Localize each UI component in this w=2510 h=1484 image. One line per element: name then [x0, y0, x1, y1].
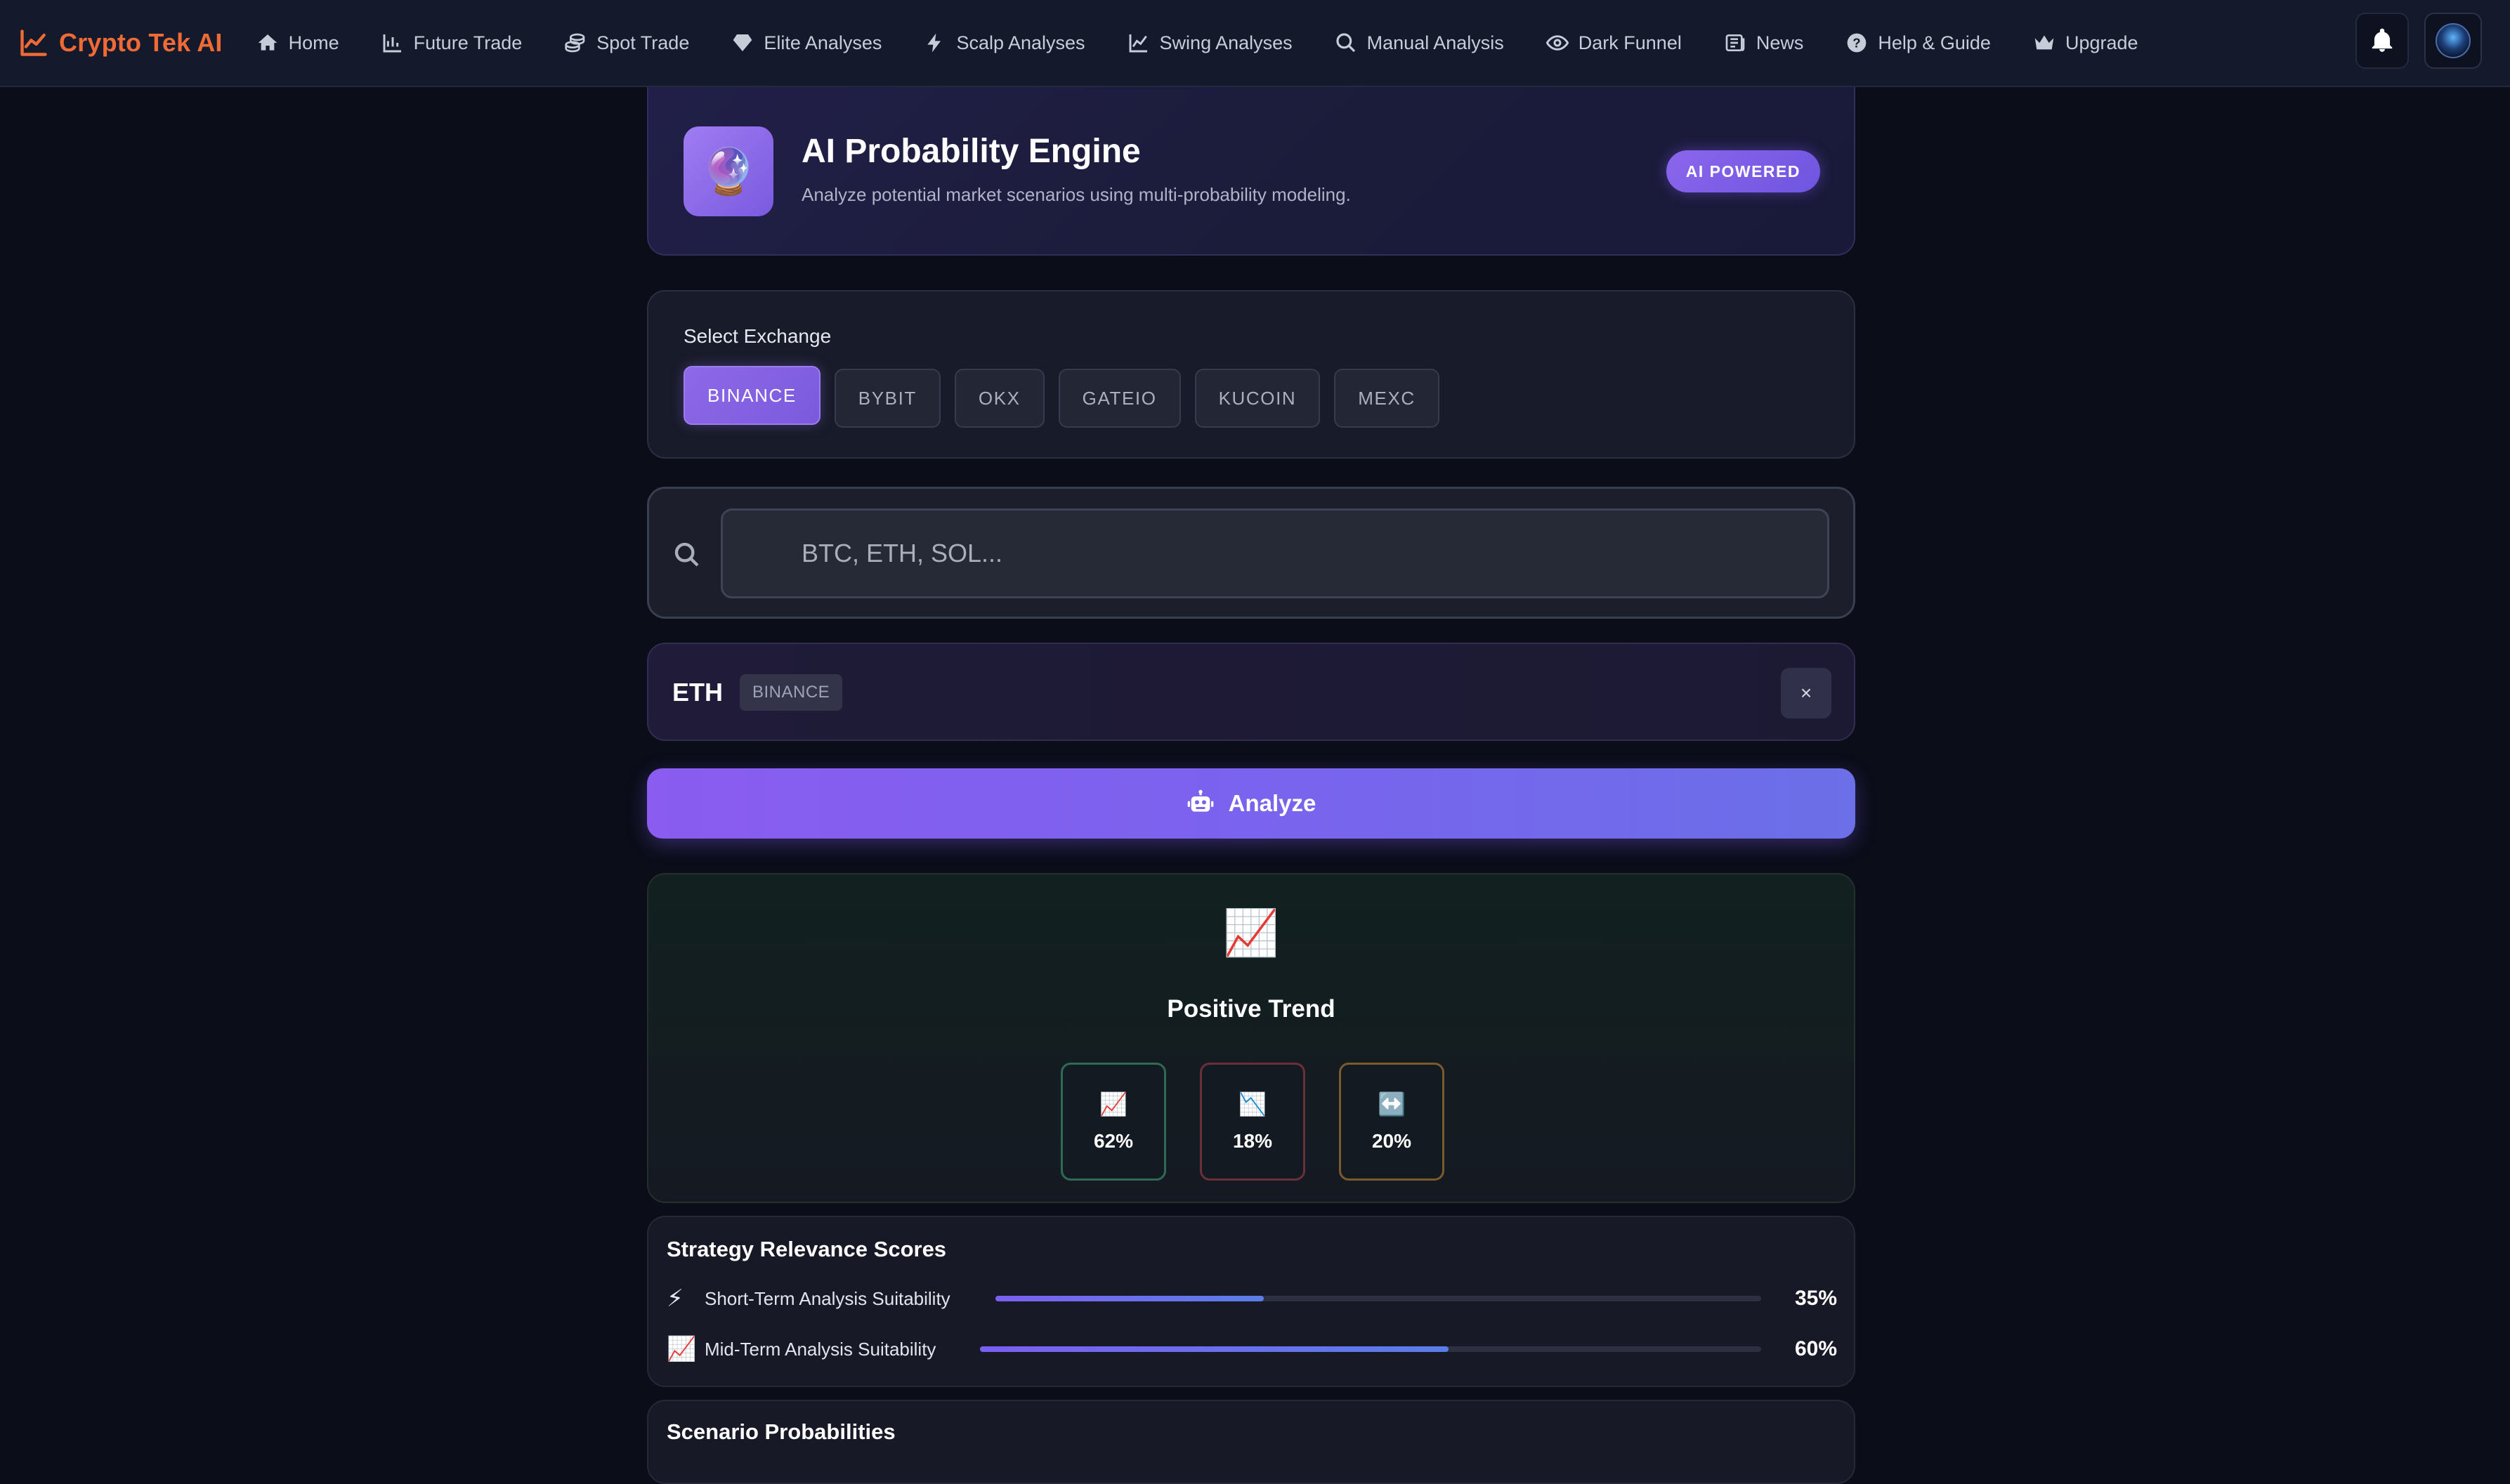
gem-icon: [733, 34, 752, 51]
chart-bar-icon: [383, 34, 401, 53]
bearish-probability-value: 18%: [1232, 1130, 1273, 1152]
exchange-option-okx[interactable]: OKX: [954, 369, 1045, 428]
probability-boxes: 📈 62% 📉 18% ↔️ 20%: [1061, 1063, 1444, 1181]
home-icon: [258, 34, 277, 51]
nav-right-controls: [2355, 13, 2482, 69]
sideways-probability-box: ↔️ 20%: [1339, 1063, 1444, 1181]
nav-label: Home: [288, 32, 339, 53]
nav-swing-analyses[interactable]: Swing Analyses: [1127, 32, 1293, 54]
exchange-option-gateio[interactable]: GATEIO: [1058, 369, 1181, 428]
remove-asset-button[interactable]: ×: [1781, 668, 1831, 718]
exchange-option-bybit[interactable]: BYBIT: [834, 369, 941, 428]
nav-label: Future Trade: [413, 32, 523, 53]
symbol-search-input[interactable]: [721, 508, 1829, 598]
nav-label: Spot Trade: [596, 32, 690, 53]
crystal-ball-icon: 🔮: [684, 126, 773, 216]
trend-chart-icon: [20, 29, 47, 56]
short-term-progress-fill: [995, 1296, 1264, 1301]
strategy-relevance-card: Strategy Relevance Scores ⚡ Short-Term A…: [647, 1216, 1855, 1387]
mid-term-progress-track: [980, 1346, 1761, 1352]
bearish-probability-box: 📉 18%: [1200, 1063, 1305, 1181]
left-right-arrow-icon: ↔️: [1378, 1091, 1406, 1117]
selected-asset-card: ETH BINANCE ×: [647, 643, 1855, 741]
search-icon: [1336, 33, 1355, 53]
sideways-probability-value: 20%: [1371, 1130, 1412, 1152]
nav-upgrade[interactable]: Upgrade: [2033, 32, 2138, 54]
nav-scalp-analyses[interactable]: Scalp Analyses: [924, 32, 1085, 54]
nav-label: Elite Analyses: [764, 32, 882, 53]
exchange-options: BINANCE BYBIT OKX GATEIO KUCOIN MEXC: [684, 366, 1453, 428]
exchange-option-mexc[interactable]: MEXC: [1334, 369, 1439, 428]
ai-powered-badge: AI POWERED: [1666, 150, 1820, 192]
engine-header-card: 🔮 AI Probability Engine Analyze potentia…: [647, 87, 1855, 256]
nav-spot-trade[interactable]: Spot Trade: [564, 32, 689, 54]
short-term-percent: 35%: [1794, 1287, 1837, 1310]
trend-chart-icon: 📈: [1223, 907, 1279, 958]
analyze-label: Analyze: [1228, 790, 1316, 816]
bullish-probability-value: 62%: [1093, 1130, 1134, 1152]
nav-help-guide[interactable]: ? Help & Guide: [1845, 32, 1991, 54]
exchange-option-kucoin[interactable]: KUCOIN: [1194, 369, 1321, 428]
short-term-label: Short-Term Analysis Suitability: [705, 1287, 950, 1309]
nav-label: Upgrade: [2065, 32, 2138, 53]
brand-name: Crypto Tek AI: [59, 28, 223, 57]
nav-label: News: [1756, 32, 1804, 53]
short-term-score-row: ⚡ Short-Term Analysis Suitability 35%: [667, 1282, 1837, 1315]
brand-logo[interactable]: Crypto Tek AI: [18, 27, 223, 58]
newspaper-icon: [1725, 34, 1745, 51]
top-navbar: Crypto Tek AI Home Future Trade Spot Tra…: [0, 0, 2510, 87]
scenario-probabilities-card: Scenario Probabilities: [647, 1400, 1855, 1484]
eye-icon: [1545, 35, 1569, 51]
question-circle-icon: ?: [1848, 33, 1867, 53]
scenario-title: Scenario Probabilities: [667, 1419, 896, 1444]
bell-icon: [2372, 28, 2393, 52]
nav-label: Help & Guide: [1878, 32, 1991, 53]
nav-label: Swing Analyses: [1159, 32, 1293, 53]
page-title: AI Probability Engine: [802, 133, 1141, 170]
line-chart-icon: [1129, 34, 1147, 53]
nav-label: Dark Funnel: [1578, 32, 1682, 53]
analyze-button[interactable]: Analyze: [647, 768, 1855, 839]
trend-label: Positive Trend: [1167, 995, 1335, 1023]
avatar: [2436, 23, 2471, 58]
chart-down-icon: 📉: [1238, 1091, 1267, 1117]
nav-dark-funnel[interactable]: Dark Funnel: [1545, 32, 1682, 54]
nav-home[interactable]: Home: [256, 32, 339, 54]
chart-up-icon: 📈: [1099, 1091, 1127, 1117]
bolt-icon: [927, 33, 941, 53]
selected-exchange-tag: BINANCE: [740, 674, 843, 711]
nav-label: Scalp Analyses: [956, 32, 1085, 53]
bolt-icon: ⚡: [667, 1285, 684, 1312]
selected-symbol: ETH: [672, 678, 723, 707]
svg-text:?: ?: [1853, 36, 1861, 51]
nav-manual-analysis[interactable]: Manual Analysis: [1335, 32, 1504, 54]
robot-icon: [1187, 789, 1213, 812]
nav-future-trade[interactable]: Future Trade: [381, 32, 523, 54]
nav-elite-analyses[interactable]: Elite Analyses: [731, 32, 882, 54]
trend-result-card: 📈 Positive Trend 📈 62% 📉 18% ↔️ 20%: [647, 873, 1855, 1203]
coins-icon: [565, 33, 585, 53]
page-subtitle: Analyze potential market scenarios using…: [802, 184, 1351, 205]
chart-up-icon: 📈: [667, 1336, 697, 1362]
short-term-progress-track: [995, 1296, 1761, 1301]
mid-term-label: Mid-Term Analysis Suitability: [705, 1338, 936, 1360]
crown-icon: [2034, 35, 2054, 50]
search-icon: [674, 542, 699, 567]
mid-term-percent: 60%: [1794, 1337, 1837, 1360]
strategy-title: Strategy Relevance Scores: [667, 1237, 947, 1261]
exchange-option-binance[interactable]: BINANCE: [684, 366, 821, 425]
symbol-search-card: [647, 487, 1855, 619]
mid-term-progress-fill: [980, 1346, 1449, 1352]
exchange-selector-card: Select Exchange BINANCE BYBIT OKX GATEIO…: [647, 290, 1855, 459]
profile-avatar-button[interactable]: [2424, 13, 2482, 69]
exchange-label: Select Exchange: [684, 325, 832, 347]
bullish-probability-box: 📈 62%: [1061, 1063, 1166, 1181]
notifications-button[interactable]: [2355, 13, 2409, 69]
mid-term-score-row: 📈 Mid-Term Analysis Suitability 60%: [667, 1332, 1837, 1366]
nav-label: Manual Analysis: [1366, 32, 1504, 53]
nav-news[interactable]: News: [1724, 32, 1804, 54]
